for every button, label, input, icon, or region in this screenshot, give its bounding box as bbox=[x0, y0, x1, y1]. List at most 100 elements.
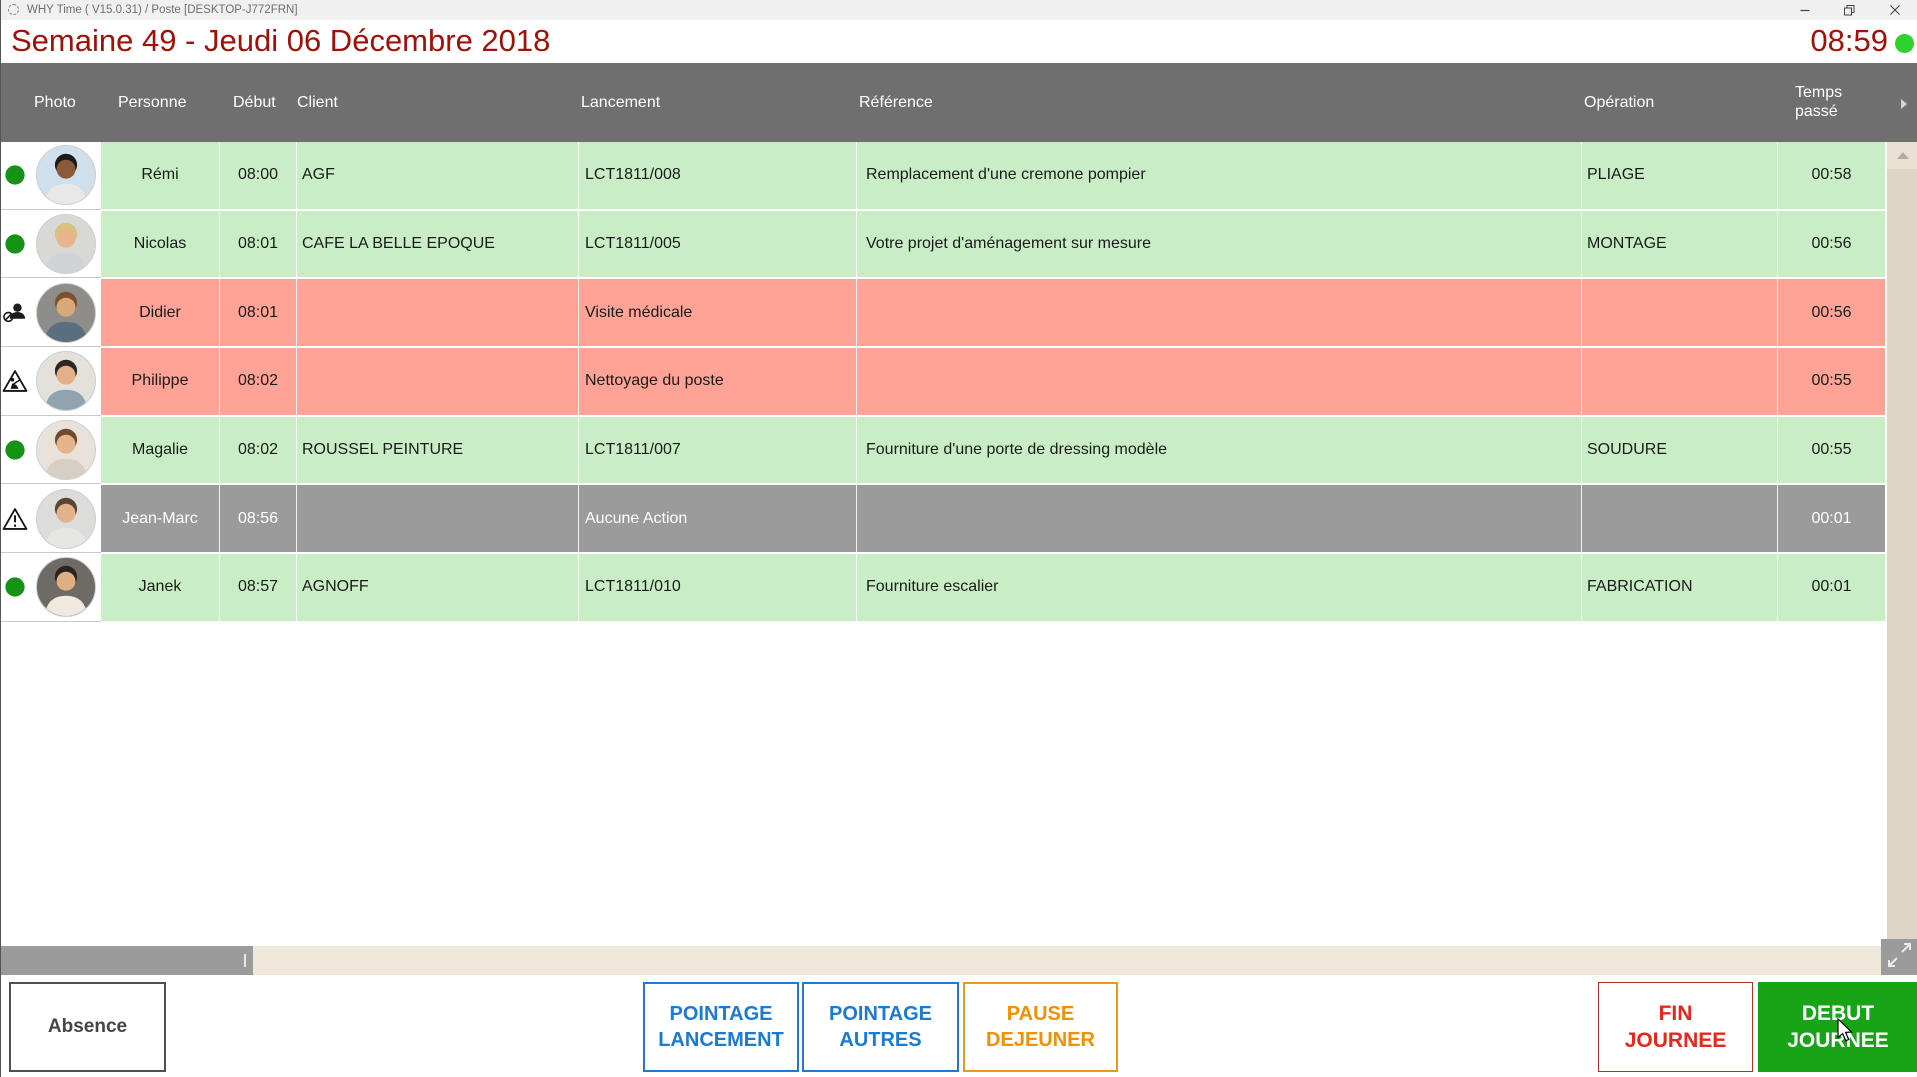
scroll-up-button[interactable] bbox=[1887, 142, 1917, 169]
table-header: Photo Personne Début Client Lancement Ré… bbox=[1, 63, 1917, 142]
photo-cell bbox=[29, 554, 101, 621]
person-name: Janek bbox=[101, 554, 219, 621]
resize-corner[interactable] bbox=[1881, 939, 1917, 975]
column-header-debut: Début bbox=[233, 93, 276, 111]
column-header-reference: Référence bbox=[859, 93, 933, 111]
client-cell: CAFE LA BELLE EPOQUE bbox=[296, 210, 578, 278]
person-absent-icon bbox=[2, 300, 28, 326]
green-dot-icon bbox=[2, 231, 28, 257]
photo-cell bbox=[29, 142, 101, 209]
elapsed-cell: 00:55 bbox=[1777, 348, 1885, 415]
lancement-cell: Visite médicale bbox=[578, 279, 856, 347]
table-row[interactable]: Philippe 08:02 Nettoyage du poste 00:55 bbox=[1, 348, 1885, 417]
client-cell bbox=[296, 485, 578, 553]
topbar: Semaine 49 - Jeudi 06 Décembre 2018 08:5… bbox=[1, 20, 1917, 63]
green-dot-icon bbox=[2, 437, 28, 463]
operation-cell bbox=[1581, 348, 1777, 415]
operation-cell: SOUDURE bbox=[1581, 416, 1777, 484]
status-icon-cell bbox=[1, 554, 29, 621]
column-header-operation: Opération bbox=[1584, 93, 1655, 111]
photo-cell bbox=[29, 416, 101, 484]
reference-cell: Remplacement d'une cremone pompier bbox=[856, 142, 1581, 209]
person-name: Rémi bbox=[101, 142, 219, 209]
table-row[interactable]: Rémi 08:00 AGF LCT1811/008 Remplacement … bbox=[1, 142, 1885, 211]
debut-journee-button[interactable]: DEBUT JOURNEE bbox=[1758, 982, 1917, 1072]
photo-cell bbox=[29, 210, 101, 278]
minimize-button[interactable] bbox=[1782, 0, 1827, 20]
person-name: Magalie bbox=[101, 416, 219, 484]
client-cell: AGNOFF bbox=[296, 554, 578, 621]
reference-cell: Fourniture d'une porte de dressing modèl… bbox=[856, 416, 1581, 484]
scroll-up-icon bbox=[1896, 152, 1909, 159]
status-icon-cell bbox=[1, 416, 29, 484]
pause-dejeuner-button[interactable]: PAUSE DEJEUNER bbox=[963, 982, 1118, 1072]
operation-cell: PLIAGE bbox=[1581, 142, 1777, 209]
start-time: 08:57 bbox=[219, 554, 296, 621]
clock: 08:59 bbox=[1810, 23, 1888, 58]
footer: Absence POINTAGE LANCEMENT POINTAGE AUTR… bbox=[1, 975, 1917, 1077]
client-cell: ROUSSEL PEINTURE bbox=[296, 416, 578, 484]
table-row[interactable]: Jean-Marc 08:56 Aucune Action 00:01 bbox=[1, 485, 1885, 555]
horizontal-scrollbar-thumb[interactable] bbox=[1, 946, 253, 975]
avatar bbox=[36, 282, 96, 343]
pointage-autres-button[interactable]: POINTAGE AUTRES bbox=[802, 982, 959, 1072]
client-cell: AGF bbox=[296, 142, 578, 209]
table-row[interactable]: Magalie 08:02 ROUSSEL PEINTURE LCT1811/0… bbox=[1, 416, 1885, 486]
horizontal-scrollbar[interactable] bbox=[1, 946, 1881, 975]
green-dot-icon bbox=[2, 574, 28, 600]
absence-button[interactable]: Absence bbox=[9, 982, 166, 1072]
table-row[interactable]: Didier 08:01 Visite médicale 00:56 bbox=[1, 279, 1885, 349]
close-button[interactable] bbox=[1872, 0, 1917, 20]
maximize-button[interactable] bbox=[1827, 0, 1872, 20]
photo-cell bbox=[29, 279, 101, 347]
elapsed-cell: 00:01 bbox=[1777, 485, 1885, 553]
app-window: WHY Time ( V15.0.31) / Poste [DESKTOP-J7… bbox=[0, 0, 1917, 1077]
lancement-cell: Aucune Action bbox=[578, 485, 856, 553]
client-cell bbox=[296, 279, 578, 347]
person-name: Philippe bbox=[101, 348, 219, 415]
start-time: 08:01 bbox=[219, 210, 296, 278]
lancement-cell: Nettoyage du poste bbox=[578, 348, 856, 415]
minimize-icon bbox=[1800, 9, 1809, 12]
column-header-temps-passe: Temps passé bbox=[1795, 84, 1843, 120]
status-icon-cell bbox=[1, 279, 29, 347]
person-name: Didier bbox=[101, 279, 219, 347]
restore-icon bbox=[1844, 4, 1855, 15]
column-header-personne: Personne bbox=[118, 93, 187, 111]
column-header-client: Client bbox=[297, 93, 338, 111]
elapsed-cell: 00:56 bbox=[1777, 279, 1885, 347]
photo-cell bbox=[29, 485, 101, 553]
status-icon-cell bbox=[1, 142, 29, 209]
reference-cell bbox=[856, 279, 1581, 347]
scrollbar-grip bbox=[244, 954, 246, 967]
page-title: Semaine 49 - Jeudi 06 Décembre 2018 bbox=[11, 23, 551, 58]
avatar bbox=[36, 351, 96, 412]
operation-cell bbox=[1581, 279, 1777, 347]
reference-cell bbox=[856, 485, 1581, 553]
clock-status-dot bbox=[1895, 34, 1914, 53]
avatar bbox=[36, 145, 96, 206]
operation-cell: MONTAGE bbox=[1581, 210, 1777, 278]
close-icon bbox=[1889, 5, 1900, 15]
header-scroll-right-icon bbox=[1901, 99, 1907, 109]
person-name: Nicolas bbox=[101, 210, 219, 278]
table-row[interactable]: Nicolas 08:01 CAFE LA BELLE EPOQUE LCT18… bbox=[1, 210, 1885, 280]
reference-cell bbox=[856, 348, 1581, 415]
titlebar: WHY Time ( V15.0.31) / Poste [DESKTOP-J7… bbox=[1, 0, 1917, 20]
column-header-lancement: Lancement bbox=[581, 93, 661, 111]
status-icon-cell bbox=[1, 485, 29, 553]
start-time: 08:01 bbox=[219, 279, 296, 347]
reference-cell: Votre projet d'aménagement sur mesure bbox=[856, 210, 1581, 278]
operation-cell bbox=[1581, 485, 1777, 553]
fin-journee-button[interactable]: FIN JOURNEE bbox=[1598, 982, 1753, 1072]
avatar bbox=[36, 214, 96, 275]
elapsed-cell: 00:55 bbox=[1777, 416, 1885, 484]
avatar bbox=[36, 420, 96, 481]
elapsed-cell: 00:58 bbox=[1777, 142, 1885, 209]
lancement-cell: LCT1811/007 bbox=[578, 416, 856, 484]
pointage-lancement-button[interactable]: POINTAGE LANCEMENT bbox=[643, 982, 799, 1072]
table-row[interactable]: Janek 08:57 AGNOFF LCT1811/010 Fournitur… bbox=[1, 554, 1885, 623]
table-body: Rémi 08:00 AGF LCT1811/008 Remplacement … bbox=[1, 142, 1885, 623]
vertical-scrollbar[interactable] bbox=[1887, 142, 1917, 940]
resize-grip-icon bbox=[1888, 943, 1911, 967]
